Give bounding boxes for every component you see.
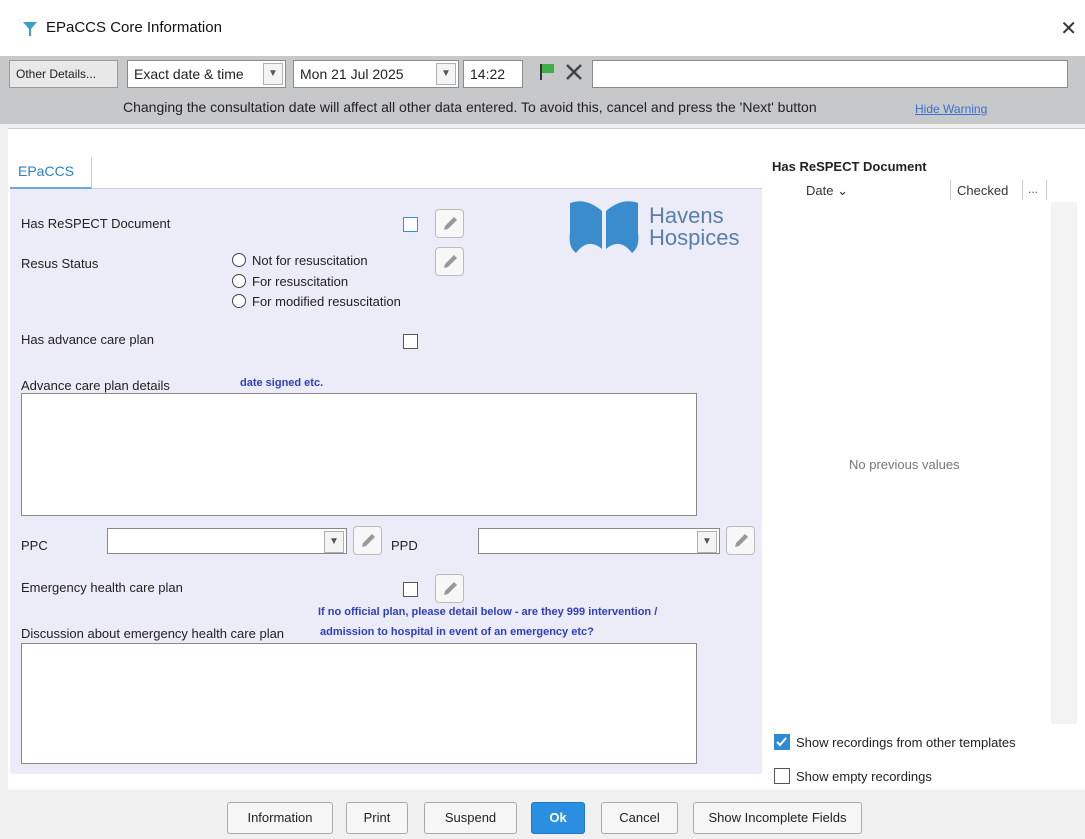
ehcp-label: Emergency health care plan [21, 580, 183, 595]
date-toolbar: Other Details... Exact date & time ▼ Mon… [0, 56, 1085, 92]
ehcp-edit-button[interactable] [435, 574, 464, 603]
chevron-down-icon[interactable]: ▼ [324, 531, 344, 553]
radio-button[interactable] [232, 294, 246, 308]
time-field[interactable]: 14:22 [463, 60, 523, 88]
ppd-edit-button[interactable] [726, 526, 755, 555]
chevron-down-icon: ⌄ [837, 183, 848, 198]
warning-text: Changing the consultation date will affe… [123, 99, 817, 115]
radio-button[interactable] [232, 274, 246, 288]
window-title: EPaCCS Core Information [46, 19, 222, 36]
ehcp-hint-2: admission to hospital in event of an eme… [320, 626, 594, 638]
column-divider [1046, 180, 1047, 200]
resus-option-not-for[interactable]: Not for resuscitation [232, 253, 368, 268]
show-other-templates-option[interactable]: Show recordings from other templates [774, 734, 1016, 750]
resus-option-label: For modified resuscitation [252, 294, 401, 309]
acp-label: Has advance care plan [21, 332, 154, 347]
show-empty-option[interactable]: Show empty recordings [774, 768, 932, 784]
show-empty-checkbox[interactable] [774, 768, 790, 784]
date-mode-select[interactable]: Exact date & time ▼ [127, 60, 286, 88]
cancel-button[interactable]: Cancel [601, 802, 678, 834]
clear-icon[interactable] [564, 62, 584, 85]
close-icon[interactable]: ✕ [1060, 16, 1077, 41]
acp-checkbox[interactable] [403, 334, 418, 349]
checkmark-icon [776, 737, 787, 747]
tab-strip: EPaCCS [10, 153, 762, 189]
resus-option-modified[interactable]: For modified resuscitation [232, 294, 401, 309]
resus-edit-button[interactable] [435, 247, 464, 276]
ehcp-checkbox[interactable] [403, 582, 418, 597]
history-header: Date ⌄ Checked ... [772, 178, 1051, 202]
logo-wordmark: Havens Hospices [649, 205, 739, 249]
app-logo-icon [22, 20, 38, 41]
chevron-down-icon[interactable]: ▼ [263, 63, 283, 85]
logo-line-2: Hospices [649, 225, 740, 250]
column-divider [1022, 180, 1023, 200]
date-value: Mon 21 Jul 2025 [300, 66, 404, 82]
show-empty-label: Show empty recordings [796, 769, 932, 784]
logo-line-1: Havens [649, 203, 724, 228]
history-col-checked[interactable]: Checked [957, 183, 1008, 198]
show-incomplete-fields-button[interactable]: Show Incomplete Fields [693, 802, 862, 834]
history-col-date[interactable]: Date ⌄ [806, 183, 848, 199]
flag-icon[interactable] [537, 62, 557, 85]
pencil-icon [444, 582, 457, 595]
suspend-button[interactable]: Suspend [424, 802, 517, 834]
hide-warning-link[interactable]: Hide Warning [915, 102, 987, 116]
tab-epaccs[interactable]: EPaCCS [10, 157, 92, 189]
radio-button[interactable] [232, 253, 246, 267]
show-other-templates-checkbox[interactable] [774, 734, 790, 750]
col-date-label: Date [806, 183, 834, 198]
pencil-icon [444, 217, 457, 230]
acp-details-textarea[interactable] [21, 393, 697, 516]
consultation-date-select[interactable]: Mon 21 Jul 2025 ▼ [293, 60, 459, 88]
acp-details-label: Advance care plan details [21, 378, 170, 393]
respect-label: Has ReSPECT Document [21, 216, 171, 231]
resus-option-for[interactable]: For resuscitation [232, 274, 348, 289]
ppc-select[interactable]: ▼ [107, 528, 347, 554]
resus-option-label: For resuscitation [252, 274, 349, 289]
title-bar: EPaCCS Core Information ✕ [0, 0, 1085, 56]
history-col-more[interactable]: ... [1028, 182, 1038, 196]
resus-option-label: Not for resuscitation [252, 253, 368, 268]
ppc-edit-button[interactable] [353, 526, 382, 555]
ppc-label: PPC [21, 538, 48, 553]
chevron-down-icon[interactable]: ▼ [436, 63, 456, 85]
chevron-down-icon[interactable]: ▼ [697, 531, 717, 553]
column-divider [950, 180, 951, 200]
warning-bar: Changing the consultation date will affe… [0, 92, 1085, 124]
other-details-button[interactable]: Other Details... [9, 60, 118, 88]
print-button[interactable]: Print [346, 802, 408, 834]
ppd-select[interactable]: ▼ [478, 528, 720, 554]
history-scrollbar[interactable] [1051, 202, 1077, 724]
ehcp-discussion-label: Discussion about emergency health care p… [21, 626, 285, 641]
show-other-templates-label: Show recordings from other templates [796, 735, 1016, 750]
ppd-label: PPD [391, 538, 418, 553]
ehcp-discussion-textarea[interactable] [21, 643, 697, 764]
date-mode-value: Exact date & time [134, 66, 244, 82]
respect-checkbox[interactable] [403, 217, 418, 232]
ok-button[interactable]: Ok [531, 802, 585, 834]
pencil-icon [735, 534, 748, 547]
pencil-icon [362, 534, 375, 547]
havens-hospices-logo-icon [568, 197, 640, 262]
history-title: Has ReSPECT Document [772, 159, 927, 174]
respect-edit-button[interactable] [435, 209, 464, 238]
resus-status-label: Resus Status [21, 256, 99, 271]
ehcp-hint-1: If no official plan, please detail below… [318, 606, 658, 618]
acp-details-hint: date signed etc. [240, 377, 324, 389]
information-button[interactable]: Information [227, 802, 333, 834]
free-text-field[interactable] [592, 60, 1068, 88]
history-empty-text: No previous values [849, 457, 960, 472]
pencil-icon [444, 255, 457, 268]
